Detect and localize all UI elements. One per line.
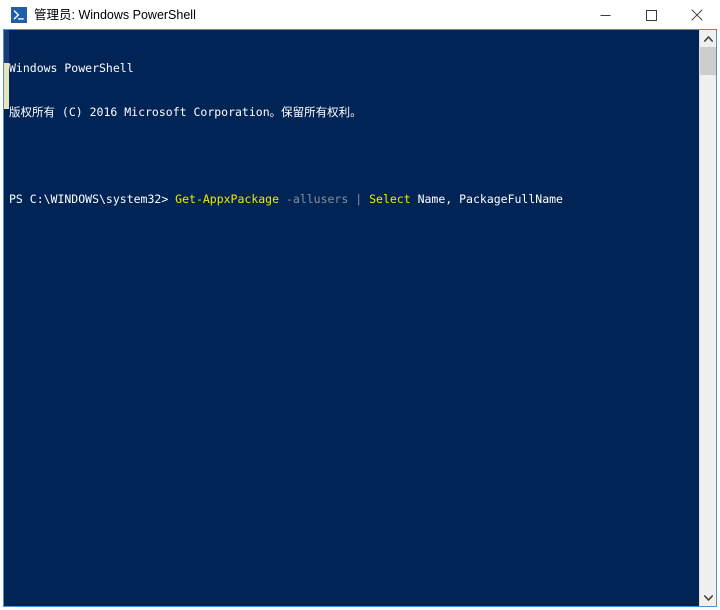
prompt-arguments: Name, PackageFullName xyxy=(417,191,563,206)
prompt-space-4 xyxy=(411,192,418,206)
window-title: 管理员: Windows PowerShell xyxy=(34,8,196,22)
scroll-up-button[interactable] xyxy=(700,30,716,47)
chevron-up-icon xyxy=(703,35,713,42)
prompt-cmdlet: Get-AppxPackage xyxy=(175,191,280,206)
chevron-down-icon xyxy=(703,594,713,601)
window-controls xyxy=(582,0,720,30)
console-line-copyright: 版权所有 (C) 2016 Microsoft Corporation。保留所有… xyxy=(9,104,362,119)
close-icon xyxy=(691,9,703,21)
console-output-area[interactable]: Windows PowerShell 版权所有 (C) 2016 Microso… xyxy=(4,30,716,606)
powershell-icon xyxy=(11,7,27,23)
console-prompt-line: PS C:\WINDOWS\system32> Get-AppxPackage … xyxy=(9,192,563,207)
minimize-icon xyxy=(600,14,610,16)
console-text: Windows PowerShell 版权所有 (C) 2016 Microso… xyxy=(9,32,563,235)
console-line-blank xyxy=(9,148,563,163)
prompt-path: PS C:\WINDOWS\system32> xyxy=(9,191,176,206)
prompt-cmdlet-2: Select xyxy=(369,191,411,206)
title-bar[interactable]: 管理员: Windows PowerShell xyxy=(0,0,720,30)
maximize-button[interactable] xyxy=(628,0,674,30)
prompt-parameter: -allusers xyxy=(285,191,349,206)
console-frame: Windows PowerShell 版权所有 (C) 2016 Microso… xyxy=(3,29,717,607)
console-line-banner: Windows PowerShell xyxy=(9,61,134,75)
close-button[interactable] xyxy=(674,0,720,30)
scroll-thumb[interactable] xyxy=(700,47,716,75)
maximize-icon xyxy=(645,9,657,21)
vertical-scrollbar[interactable] xyxy=(699,30,716,606)
minimize-button[interactable] xyxy=(582,0,628,30)
powershell-window: 管理员: Windows PowerShell Windows PowerShe… xyxy=(0,0,720,610)
prompt-space-1 xyxy=(279,192,286,206)
scroll-down-button[interactable] xyxy=(700,589,716,606)
